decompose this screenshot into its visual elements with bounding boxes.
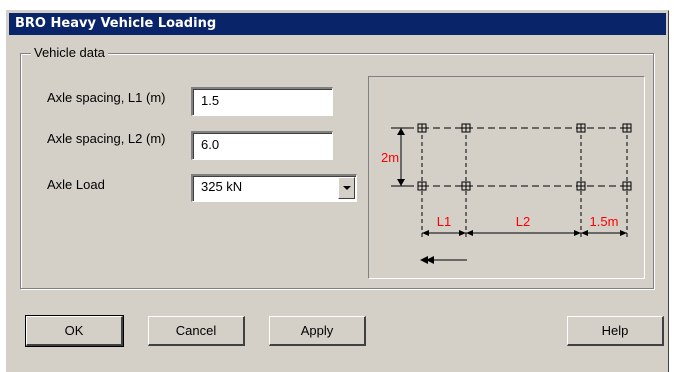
l1-dim-label: L1 [437, 214, 451, 229]
axle-load-label: Axle Load [47, 177, 105, 192]
axle-load-value: 325 kN [201, 179, 243, 194]
height-label: 2m [381, 150, 399, 165]
l2-label: Axle spacing, L2 (m) [47, 131, 166, 146]
wheel-markers [417, 123, 632, 191]
l2-dim-label: L2 [516, 214, 530, 229]
vehicle-diagram: 2m L1 L2 1.5m [381, 123, 632, 264]
chevron-down-icon[interactable] [338, 177, 355, 199]
help-button[interactable]: Help [567, 316, 664, 346]
l1-label: Axle spacing, L1 (m) [47, 90, 166, 105]
ok-button[interactable]: OK [25, 315, 124, 347]
vehicle-diagram-panel: 2m L1 L2 1.5m [368, 76, 645, 279]
vehicle-data-legend: Vehicle data [31, 45, 108, 60]
axle-load-select[interactable]: 325 kN [191, 174, 357, 202]
apply-button[interactable]: Apply [269, 316, 366, 346]
end-dim-label: 1.5m [590, 214, 619, 229]
l1-input[interactable]: 1.5 [191, 87, 333, 116]
cancel-button[interactable]: Cancel [148, 316, 245, 346]
window-title: BRO Heavy Vehicle Loading [9, 13, 666, 35]
l2-input[interactable]: 6.0 [191, 131, 333, 160]
